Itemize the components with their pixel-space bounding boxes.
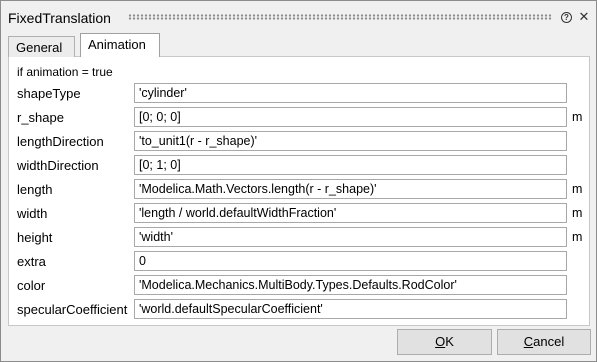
specularcoefficient-field[interactable] [134, 299, 567, 319]
param-label: shapeType [17, 86, 81, 101]
condition-label: if animation = true [17, 65, 113, 79]
ok-mnemonic: O [435, 334, 446, 349]
shapetype-field[interactable] [134, 83, 567, 103]
unit-label: m [572, 182, 583, 196]
param-label: widthDirection [17, 158, 99, 173]
widthdirection-field[interactable] [134, 155, 567, 175]
ok-button[interactable]: OK [397, 329, 492, 355]
unit-label: m [572, 110, 583, 124]
param-row-lengthdirection: lengthDirection [1, 131, 597, 151]
param-label: lengthDirection [17, 134, 104, 149]
length-field[interactable] [134, 179, 567, 199]
param-row-widthdirection: widthDirection [1, 155, 597, 175]
close-icon[interactable]: ✕ [578, 10, 590, 24]
window-title: FixedTranslation [8, 10, 111, 26]
tab-general[interactable]: General [8, 36, 75, 57]
cancel-label-rest: ancel [533, 334, 565, 349]
param-row-length: length m [1, 179, 597, 199]
param-label: height [17, 230, 53, 245]
param-label: length [17, 182, 53, 197]
param-label: extra [17, 254, 46, 269]
tab-animation[interactable]: Animation [80, 33, 160, 57]
cancel-button[interactable]: Cancel [497, 329, 591, 355]
r-shape-field[interactable] [134, 107, 567, 127]
help-icon[interactable]: ? [561, 12, 572, 23]
param-label: width [17, 206, 48, 221]
drag-grip[interactable] [128, 14, 552, 20]
title-bar[interactable]: FixedTranslation ? ✕ [1, 1, 596, 31]
param-row-color: color [1, 275, 597, 295]
param-row-r-shape: r_shape m [1, 107, 597, 127]
width-field[interactable] [134, 203, 567, 223]
height-field[interactable] [134, 227, 567, 247]
lengthdirection-field[interactable] [134, 131, 567, 151]
ok-label-rest: K [445, 334, 454, 349]
param-row-shapetype: shapeType [1, 83, 597, 103]
unit-label: m [572, 206, 583, 220]
extra-field[interactable] [134, 251, 567, 271]
color-field[interactable] [134, 275, 567, 295]
param-label: specularCoefficient [17, 302, 128, 317]
cancel-mnemonic: C [523, 334, 534, 349]
param-row-extra: extra [1, 251, 597, 271]
unit-label: m [572, 230, 583, 244]
param-label: r_shape [17, 110, 64, 125]
param-row-height: height m [1, 227, 597, 247]
param-row-width: width m [1, 203, 597, 223]
dialog-window: FixedTranslation ? ✕ General Animation i… [0, 0, 597, 362]
param-label: color [17, 278, 46, 293]
param-row-specularcoefficient: specularCoefficient [1, 299, 597, 319]
